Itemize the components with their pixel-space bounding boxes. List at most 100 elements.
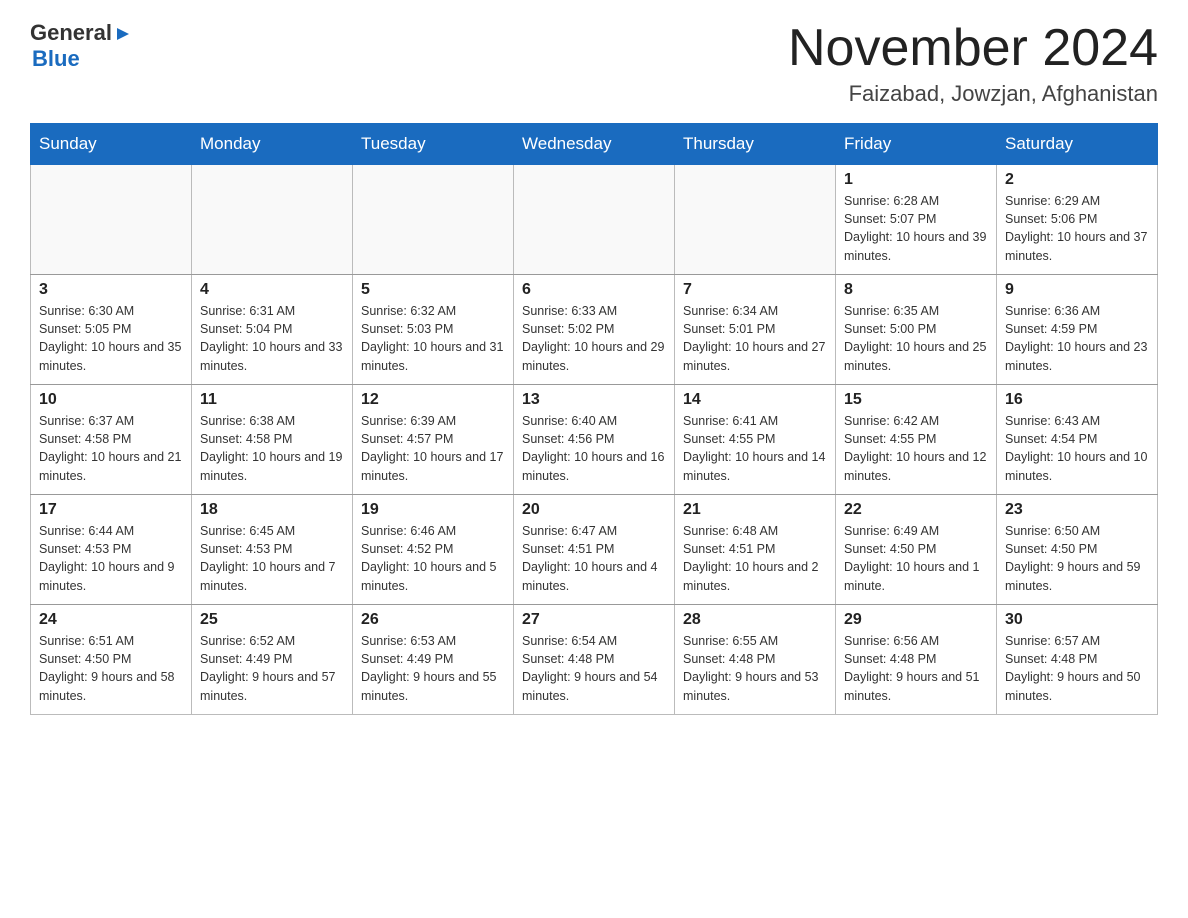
logo-general-text: General xyxy=(30,20,112,46)
calendar-cell: 14 Sunrise: 6:41 AMSunset: 4:55 PMDayligh… xyxy=(675,385,836,495)
weekday-header-sunday: Sunday xyxy=(31,124,192,165)
day-info: Sunrise: 6:44 AMSunset: 4:53 PMDaylight:… xyxy=(39,522,183,595)
logo-triangle-icon xyxy=(114,25,132,43)
weekday-header-row: SundayMondayTuesdayWednesdayThursdayFrid… xyxy=(31,124,1158,165)
calendar-cell: 23 Sunrise: 6:50 AMSunset: 4:50 PMDayligh… xyxy=(997,495,1158,605)
calendar-cell: 8Sunrise: 6:35 AMSunset: 5:00 PMDaylight… xyxy=(836,275,997,385)
day-info: Sunrise: 6:37 AMSunset: 4:58 PMDaylight:… xyxy=(39,412,183,485)
day-number: 6 xyxy=(522,281,666,299)
weekday-header-tuesday: Tuesday xyxy=(353,124,514,165)
calendar-cell xyxy=(675,165,836,275)
day-info: Sunrise: 6:36 AMSunset: 4:59 PMDaylight:… xyxy=(1005,302,1149,375)
day-number: 4 xyxy=(200,281,344,299)
day-number: 9 xyxy=(1005,281,1149,299)
week-row-1: 1Sunrise: 6:28 AMSunset: 5:07 PMDaylight… xyxy=(31,165,1158,275)
calendar-cell: 20 Sunrise: 6:47 AMSunset: 4:51 PMDayligh… xyxy=(514,495,675,605)
calendar-cell: 19 Sunrise: 6:46 AMSunset: 4:52 PMDayligh… xyxy=(353,495,514,605)
day-number: 2 xyxy=(1005,171,1149,189)
logo: General Blue xyxy=(30,20,132,72)
day-number: 20 xyxy=(522,501,666,519)
weekday-header-wednesday: Wednesday xyxy=(514,124,675,165)
location-title: Faizabad, Jowzjan, Afghanistan xyxy=(788,81,1158,107)
week-row-5: 24Sunrise: 6:51 AMSunset: 4:50 PMDayligh… xyxy=(31,605,1158,715)
day-info: Sunrise: 6:32 AMSunset: 5:03 PMDaylight:… xyxy=(361,302,505,375)
day-info: Sunrise: 6:34 AMSunset: 5:01 PMDaylight:… xyxy=(683,302,827,375)
day-number: 18 xyxy=(200,501,344,519)
calendar-cell: 10 Sunrise: 6:37 AMSunset: 4:58 PMDayligh… xyxy=(31,385,192,495)
calendar-cell: 25 Sunrise: 6:52 AMSunset: 4:49 PMDayligh… xyxy=(192,605,353,715)
weekday-header-monday: Monday xyxy=(192,124,353,165)
calendar-cell: 24Sunrise: 6:51 AMSunset: 4:50 PMDayligh… xyxy=(31,605,192,715)
calendar-cell: 11 Sunrise: 6:38 AMSunset: 4:58 PMDayligh… xyxy=(192,385,353,495)
weekday-header-thursday: Thursday xyxy=(675,124,836,165)
weekday-header-friday: Friday xyxy=(836,124,997,165)
day-info: Sunrise: 6:43 AMSunset: 4:54 PMDaylight:… xyxy=(1005,412,1149,485)
calendar-cell: 5 Sunrise: 6:32 AMSunset: 5:03 PMDaylight… xyxy=(353,275,514,385)
calendar-cell: 18Sunrise: 6:45 AMSunset: 4:53 PMDayligh… xyxy=(192,495,353,605)
calendar-cell: 15 Sunrise: 6:42 AMSunset: 4:55 PMDayligh… xyxy=(836,385,997,495)
day-number: 12 xyxy=(361,391,505,409)
calendar-cell: 6 Sunrise: 6:33 AMSunset: 5:02 PMDaylight… xyxy=(514,275,675,385)
day-info: Sunrise: 6:56 AMSunset: 4:48 PMDaylight:… xyxy=(844,632,988,705)
calendar-cell: 29 Sunrise: 6:56 AMSunset: 4:48 PMDayligh… xyxy=(836,605,997,715)
calendar-cell: 28Sunrise: 6:55 AMSunset: 4:48 PMDayligh… xyxy=(675,605,836,715)
calendar-cell xyxy=(353,165,514,275)
calendar-cell xyxy=(192,165,353,275)
day-info: Sunrise: 6:38 AMSunset: 4:58 PMDaylight:… xyxy=(200,412,344,485)
day-info: Sunrise: 6:39 AMSunset: 4:57 PMDaylight:… xyxy=(361,412,505,485)
day-info: Sunrise: 6:57 AMSunset: 4:48 PMDaylight:… xyxy=(1005,632,1149,705)
day-number: 13 xyxy=(522,391,666,409)
day-info: Sunrise: 6:49 AMSunset: 4:50 PMDaylight:… xyxy=(844,522,988,595)
day-number: 1 xyxy=(844,171,988,189)
day-number: 27 xyxy=(522,611,666,629)
day-info: Sunrise: 6:35 AMSunset: 5:00 PMDaylight:… xyxy=(844,302,988,375)
day-info: Sunrise: 6:42 AMSunset: 4:55 PMDaylight:… xyxy=(844,412,988,485)
calendar-cell: 27 Sunrise: 6:54 AMSunset: 4:48 PMDayligh… xyxy=(514,605,675,715)
calendar-cell xyxy=(514,165,675,275)
calendar-cell: 26Sunrise: 6:53 AMSunset: 4:49 PMDayligh… xyxy=(353,605,514,715)
day-number: 25 xyxy=(200,611,344,629)
day-info: Sunrise: 6:30 AMSunset: 5:05 PMDaylight:… xyxy=(39,302,183,375)
day-number: 17 xyxy=(39,501,183,519)
logo-blue-text: Blue xyxy=(32,46,80,71)
day-info: Sunrise: 6:46 AMSunset: 4:52 PMDaylight:… xyxy=(361,522,505,595)
day-number: 19 xyxy=(361,501,505,519)
calendar-table: SundayMondayTuesdayWednesdayThursdayFrid… xyxy=(30,123,1158,715)
day-number: 5 xyxy=(361,281,505,299)
month-title: November 2024 xyxy=(788,20,1158,77)
day-number: 7 xyxy=(683,281,827,299)
day-info: Sunrise: 6:29 AMSunset: 5:06 PMDaylight:… xyxy=(1005,192,1149,265)
day-info: Sunrise: 6:55 AMSunset: 4:48 PMDaylight:… xyxy=(683,632,827,705)
day-number: 10 xyxy=(39,391,183,409)
calendar-cell xyxy=(31,165,192,275)
calendar-cell: 30 Sunrise: 6:57 AMSunset: 4:48 PMDayligh… xyxy=(997,605,1158,715)
day-number: 23 xyxy=(1005,501,1149,519)
calendar-cell: 17 Sunrise: 6:44 AMSunset: 4:53 PMDayligh… xyxy=(31,495,192,605)
day-info: Sunrise: 6:33 AMSunset: 5:02 PMDaylight:… xyxy=(522,302,666,375)
day-info: Sunrise: 6:54 AMSunset: 4:48 PMDaylight:… xyxy=(522,632,666,705)
day-number: 11 xyxy=(200,391,344,409)
title-area: November 2024 Faizabad, Jowzjan, Afghani… xyxy=(788,20,1158,107)
day-info: Sunrise: 6:47 AMSunset: 4:51 PMDaylight:… xyxy=(522,522,666,595)
calendar-cell: 22Sunrise: 6:49 AMSunset: 4:50 PMDayligh… xyxy=(836,495,997,605)
week-row-3: 10 Sunrise: 6:37 AMSunset: 4:58 PMDayligh… xyxy=(31,385,1158,495)
day-number: 15 xyxy=(844,391,988,409)
calendar-cell: 21 Sunrise: 6:48 AMSunset: 4:51 PMDayligh… xyxy=(675,495,836,605)
day-number: 16 xyxy=(1005,391,1149,409)
page-header: General Blue November 2024 Faizabad, Jow… xyxy=(30,20,1158,107)
day-info: Sunrise: 6:50 AMSunset: 4:50 PMDaylight:… xyxy=(1005,522,1149,595)
day-info: Sunrise: 6:41 AMSunset: 4:55 PMDaylight:… xyxy=(683,412,827,485)
calendar-cell: 3 Sunrise: 6:30 AMSunset: 5:05 PMDaylight… xyxy=(31,275,192,385)
day-info: Sunrise: 6:48 AMSunset: 4:51 PMDaylight:… xyxy=(683,522,827,595)
day-number: 29 xyxy=(844,611,988,629)
day-number: 24 xyxy=(39,611,183,629)
day-number: 30 xyxy=(1005,611,1149,629)
calendar-cell: 4 Sunrise: 6:31 AMSunset: 5:04 PMDaylight… xyxy=(192,275,353,385)
calendar-cell: 13Sunrise: 6:40 AMSunset: 4:56 PMDayligh… xyxy=(514,385,675,495)
day-number: 3 xyxy=(39,281,183,299)
calendar-cell: 9 Sunrise: 6:36 AMSunset: 4:59 PMDaylight… xyxy=(997,275,1158,385)
day-info: Sunrise: 6:52 AMSunset: 4:49 PMDaylight:… xyxy=(200,632,344,705)
day-number: 14 xyxy=(683,391,827,409)
day-number: 21 xyxy=(683,501,827,519)
day-info: Sunrise: 6:31 AMSunset: 5:04 PMDaylight:… xyxy=(200,302,344,375)
